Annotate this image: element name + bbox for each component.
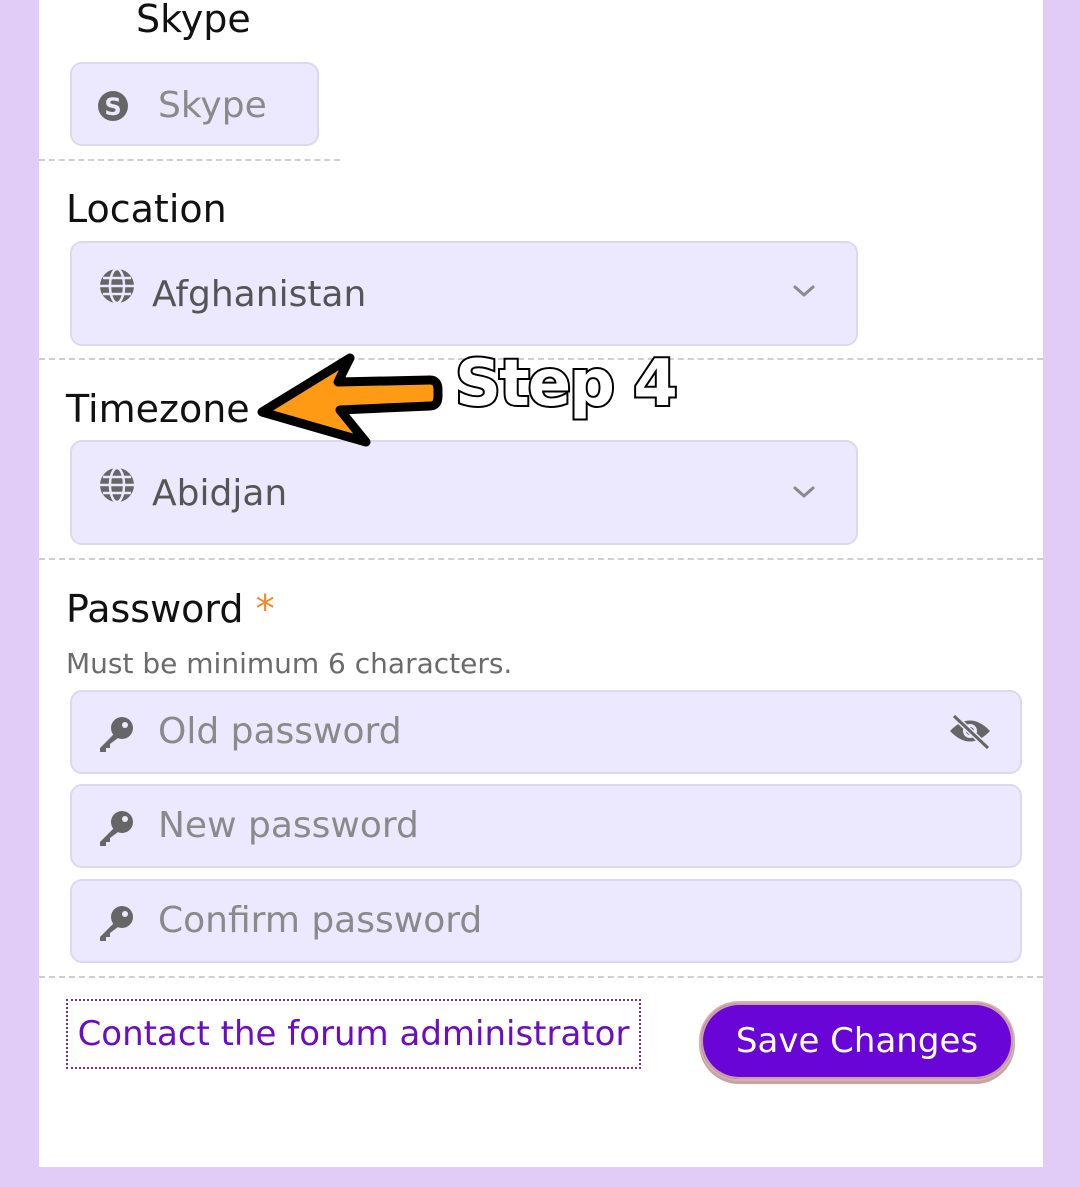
svg-text:S: S <box>104 93 121 121</box>
globe-icon <box>98 466 136 508</box>
old-password-placeholder: Old password <box>158 711 402 752</box>
required-mark: * <box>255 587 275 631</box>
skype-label: Skype <box>136 0 251 41</box>
divider <box>39 159 340 161</box>
save-changes-button[interactable]: Save Changes <box>699 1001 1015 1081</box>
key-icon <box>96 808 136 852</box>
timezone-select[interactable]: Abidjan <box>70 440 858 545</box>
password-label-text: Password <box>66 587 244 631</box>
old-password-input[interactable]: Old password <box>70 690 1022 774</box>
skype-input[interactable]: S Skype <box>70 62 319 146</box>
chevron-down-icon <box>792 484 816 504</box>
new-password-input[interactable]: New password <box>70 784 1022 868</box>
password-label: Password * <box>66 590 275 628</box>
eye-slash-icon[interactable] <box>948 712 992 754</box>
globe-icon <box>98 267 136 309</box>
skype-icon: S <box>96 88 130 128</box>
location-label: Location <box>66 187 227 231</box>
timezone-value: Abidjan <box>152 473 288 514</box>
annotation-arrow-icon <box>257 353 443 447</box>
divider <box>39 558 1043 560</box>
step-annotation: Step 4 <box>453 347 680 421</box>
password-hint: Must be minimum 6 characters. <box>66 647 513 680</box>
skype-placeholder: Skype <box>158 85 267 126</box>
key-icon <box>96 714 136 758</box>
location-select[interactable]: Afghanistan <box>70 241 858 346</box>
confirm-password-placeholder: Confirm password <box>158 900 483 941</box>
confirm-password-input[interactable]: Confirm password <box>70 879 1022 963</box>
timezone-label: Timezone <box>66 387 250 431</box>
profile-form-panel <box>39 0 1043 1167</box>
key-icon <box>96 903 136 947</box>
chevron-down-icon <box>792 283 816 303</box>
divider <box>39 976 1043 978</box>
new-password-placeholder: New password <box>158 805 419 846</box>
location-value: Afghanistan <box>152 274 367 315</box>
contact-admin-link[interactable]: Contact the forum administrator <box>66 999 641 1069</box>
